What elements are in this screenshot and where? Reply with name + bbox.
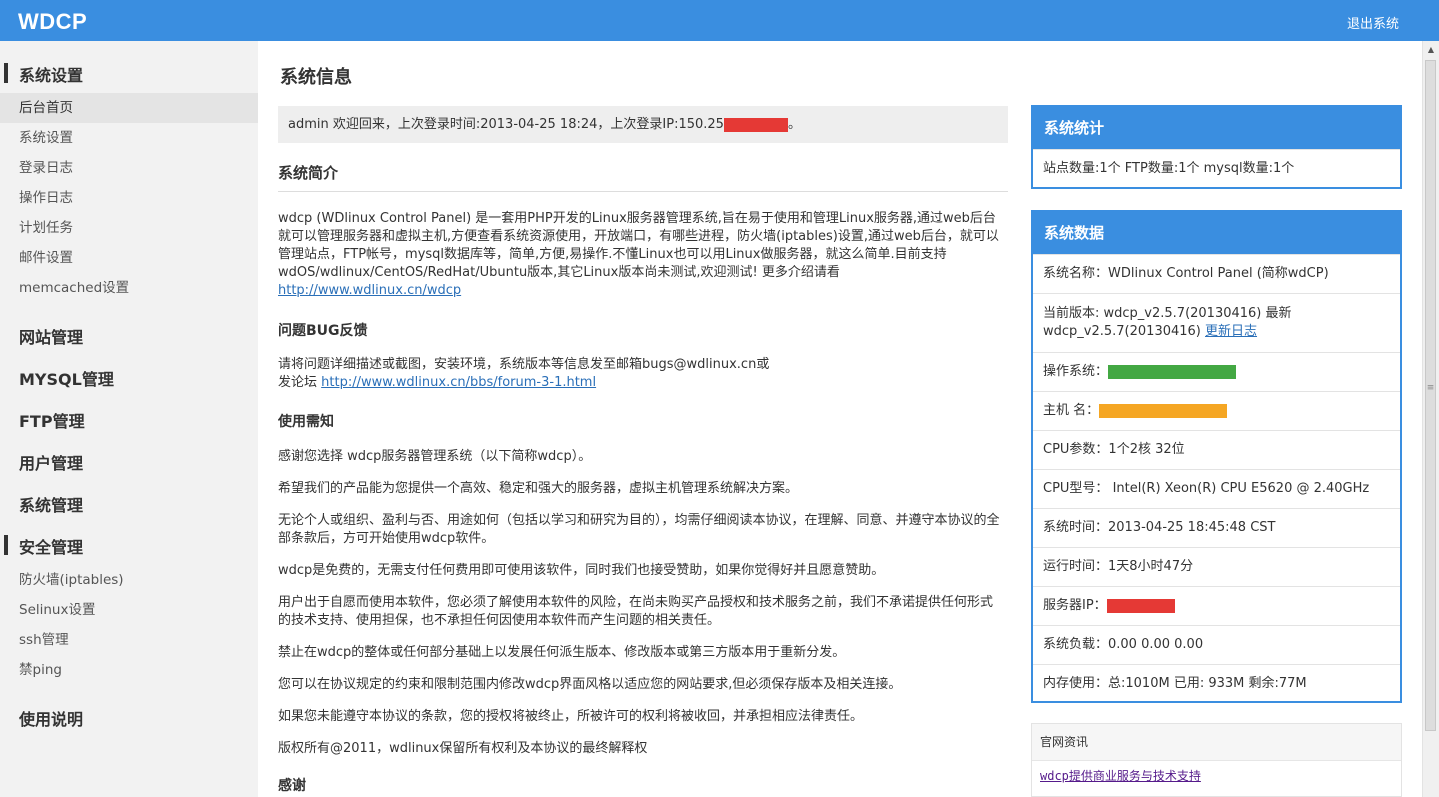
top-bar: WDCP 退出系统	[0, 0, 1439, 41]
vertical-scrollbar[interactable]: ▲ ≡	[1422, 41, 1439, 797]
news-item-link[interactable]: wdcp提供商业服务与技术支持	[1032, 761, 1401, 791]
sidebar-item-memcached[interactable]: memcached设置	[0, 273, 258, 303]
news-panel-title: 官网资讯	[1032, 724, 1401, 761]
bug-text: 请将问题详细描述或截图，安装环境，系统版本等信息发至邮箱bugs@wdlinux…	[278, 357, 770, 372]
app-logo: WDCP	[18, 9, 88, 34]
notice-item: 如果您未能遵守本协议的条款，您的授权将被终止，所被许可的权利将被收回，并承担相应…	[278, 709, 864, 724]
welcome-suffix: 。	[787, 117, 801, 132]
notice-item: 版权所有@2011，wdlinux保留所有权利及本协议的最终解释权	[278, 741, 648, 756]
server-ip-row: 服务器IP：	[1033, 586, 1400, 625]
scroll-grip-icon: ≡	[1426, 383, 1435, 393]
bug-text-forum: 发论坛	[278, 375, 322, 390]
server-ip-label: 服务器IP：	[1043, 598, 1107, 613]
notice-item: wdcp是免费的，无需支付任何费用即可使用该软件，同时我们也接受赞助，如果你觉得…	[278, 563, 885, 578]
sidebar-group-system-settings[interactable]: 系统设置	[3, 62, 83, 86]
sidebar-item-firewall[interactable]: 防火墙(iptables)	[0, 565, 258, 595]
version-row: 当前版本: wdcp_v2.5.7(20130416) 最新 wdcp_v2.5…	[1033, 293, 1400, 352]
intro-text: wdcp (WDlinux Control Panel) 是一套用PHP开发的L…	[278, 211, 999, 280]
main-content: 系统信息 admin 欢迎回来，上次登录时间:2013-04-25 18:24，…	[278, 41, 1010, 797]
sidebar-item-disable-ping[interactable]: 禁ping	[0, 655, 258, 685]
sidebar-item-mail-settings[interactable]: 邮件设置	[0, 243, 258, 273]
cpu-model-row: CPU型号： Intel(R) Xeon(R) CPU E5620 @ 2.40…	[1033, 469, 1400, 508]
sidebar-group-security[interactable]: 安全管理	[3, 534, 83, 558]
sidebar-group-manual[interactable]: 使用说明	[19, 706, 83, 730]
redacted-os	[1108, 364, 1237, 379]
notice-item: 感谢您选择 wdcp服务器管理系统（以下简称wdcp）。	[278, 449, 592, 464]
sidebar-group-users[interactable]: 用户管理	[19, 450, 83, 474]
cpu-param-row: CPU参数：1个2核 32位	[1033, 430, 1400, 469]
sidebar-item-login-log[interactable]: 登录日志	[0, 153, 258, 183]
stats-panel-title: 系统统计	[1033, 107, 1400, 149]
sidebar-group-system-management[interactable]: 系统管理	[19, 492, 83, 516]
bug-heading: 问题BUG反馈	[278, 323, 368, 339]
notice-item: 您可以在协议规定的约束和限制范围内修改wdcp界面风格以适应您的网站要求,但必须…	[278, 677, 902, 692]
logout-link[interactable]: 退出系统	[1347, 13, 1399, 32]
welcome-text: admin 欢迎回来，上次登录时间:2013-04-25 18:24，上次登录I…	[288, 117, 724, 132]
intro-paragraph: wdcp (WDlinux Control Panel) 是一套用PHP开发的L…	[278, 210, 1000, 300]
changelog-link[interactable]: 更新日志	[1205, 324, 1257, 339]
intro-link[interactable]: http://www.wdlinux.cn/wdcp	[278, 283, 461, 298]
bug-paragraph: 请将问题详细描述或截图，安装环境，系统版本等信息发至邮箱bugs@wdlinux…	[278, 356, 1000, 392]
stats-row: 站点数量:1个 FTP数量:1个 mysql数量:1个	[1033, 149, 1400, 187]
redacted-ip	[723, 117, 788, 132]
sidebar: 系统设置 后台首页 系统设置 登录日志 操作日志 计划任务 邮件设置 memca…	[0, 41, 258, 797]
sidebar-item-scheduled-tasks[interactable]: 计划任务	[0, 213, 258, 243]
forum-link[interactable]: http://www.wdlinux.cn/bbs/forum-3-1.html	[321, 375, 596, 390]
notice-item: 禁止在wdcp的整体或任何部分基础上以发展任何派生版本、修改版本或第三方版本用于…	[278, 645, 846, 660]
thanks-heading: 感谢	[278, 778, 306, 794]
memory-row: 内存使用：总:1010M 已用: 933M 剩余:77M	[1033, 664, 1400, 703]
sidebar-group-ftp[interactable]: FTP管理	[19, 408, 85, 432]
uptime-row: 运行时间：1天8小时47分	[1033, 547, 1400, 586]
load-row: 系统负载：0.00 0.00 0.00	[1033, 625, 1400, 664]
sidebar-item-selinux[interactable]: Selinux设置	[0, 595, 258, 625]
sidebar-group-site-management[interactable]: 网站管理	[19, 324, 83, 348]
notice-item: 希望我们的产品能为您提供一个高效、稳定和强大的服务器，虚拟主机管理系统解决方案。	[278, 481, 799, 496]
hostname-row: 主机 名：	[1033, 391, 1400, 430]
divider	[278, 191, 1008, 192]
redacted-hostname	[1099, 403, 1228, 418]
sidebar-group-mysql[interactable]: MYSQL管理	[19, 366, 114, 390]
sidebar-item-system-settings[interactable]: 系统设置	[0, 123, 258, 153]
news-panel: 官网资讯 wdcp提供商业服务与技术支持	[1031, 723, 1402, 797]
sysdata-panel-title: 系统数据	[1033, 212, 1400, 254]
sidebar-item-ssh[interactable]: ssh管理	[0, 625, 258, 655]
hostname-label: 主机 名：	[1043, 403, 1100, 418]
system-time-row: 系统时间：2013-04-25 18:45:48 CST	[1033, 508, 1400, 547]
redacted-server-ip	[1106, 598, 1175, 613]
notice-heading: 使用需知	[278, 414, 334, 430]
stats-panel: 系统统计 站点数量:1个 FTP数量:1个 mysql数量:1个	[1031, 105, 1402, 189]
scrollbar-thumb[interactable]: ≡	[1425, 60, 1436, 731]
page-title: 系统信息	[280, 67, 352, 88]
sidebar-item-home[interactable]: 后台首页	[0, 93, 258, 123]
os-row: 操作系统：	[1033, 352, 1400, 391]
scroll-up-icon[interactable]: ▲	[1423, 41, 1439, 58]
notice-item: 无论个人或组织、盈利与否、用途如何（包括以学习和研究为目的），均需仔细阅读本协议…	[278, 513, 1000, 546]
system-name-row: 系统名称：WDlinux Control Panel (简称wdCP)	[1033, 254, 1400, 293]
sysdata-panel: 系统数据 系统名称：WDlinux Control Panel (简称wdCP)…	[1031, 210, 1402, 703]
welcome-banner: admin 欢迎回来，上次登录时间:2013-04-25 18:24，上次登录I…	[278, 106, 1008, 143]
intro-heading: 系统简介	[278, 164, 339, 182]
os-label: 操作系统：	[1043, 364, 1109, 379]
sidebar-item-operation-log[interactable]: 操作日志	[0, 183, 258, 213]
notice-item: 用户出于自愿而使用本软件，您必须了解使用本软件的风险，在尚未购买产品授权和技术服…	[278, 595, 994, 628]
